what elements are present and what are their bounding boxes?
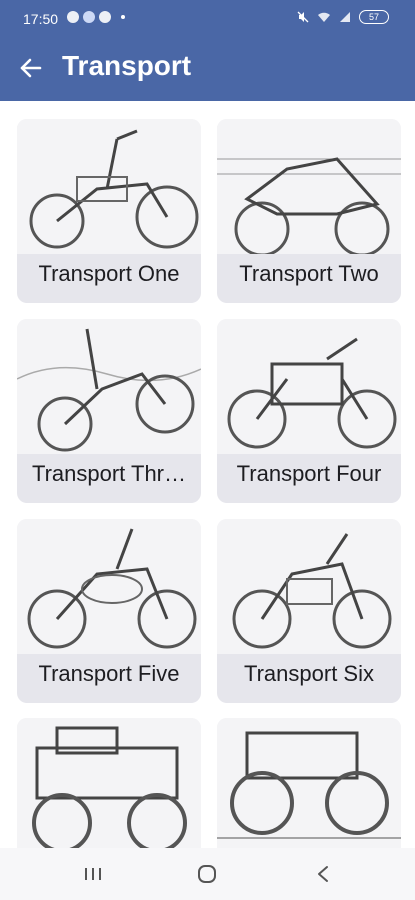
card-label: Transport Four (236, 461, 382, 486)
card-transport-eight[interactable] (217, 718, 401, 848)
cat-app-icon (83, 11, 95, 23)
status-bar: 17:50 57 (0, 0, 415, 36)
page-title: Transport (62, 50, 192, 81)
card-label: Transport Two (239, 261, 379, 286)
card-label: Transport Five (38, 661, 180, 686)
card-transport-two[interactable]: Transport Two (217, 119, 401, 303)
signal-icon (340, 12, 350, 22)
card-transport-five[interactable]: Transport Five (17, 519, 201, 703)
card-label: Transport One (38, 261, 180, 286)
transport-grid[interactable]: Transport One Transport Two Transport Th… (0, 101, 415, 848)
monster-truck-sketch (217, 718, 401, 848)
sport-bike-sketch (217, 119, 401, 254)
card-transport-one[interactable]: Transport One (17, 119, 201, 303)
monster-truck-sketch (17, 718, 201, 848)
card-label: Transport Six (243, 661, 374, 686)
recents-icon[interactable] (78, 862, 108, 886)
dirt-bike-sketch (17, 319, 201, 454)
card-transport-seven[interactable] (17, 718, 201, 848)
dnd-icon (99, 11, 111, 23)
wifi-icon (318, 12, 330, 22)
status-icons-right: 57 (297, 10, 389, 24)
battery-level: 57 (368, 12, 379, 22)
card-transport-six[interactable]: Transport Six (217, 519, 401, 703)
card-transport-three[interactable]: Transport Thr… (17, 319, 201, 503)
battery-icon: 57 (359, 10, 389, 24)
notification-icon (67, 11, 79, 23)
arrow-left-icon[interactable] (18, 55, 44, 81)
back-icon[interactable] (308, 862, 338, 886)
system-nav-bar (0, 848, 415, 900)
status-time: 17:50 (23, 11, 59, 27)
status-icons-left (67, 11, 125, 23)
scrambler-sketch (217, 519, 401, 654)
home-icon[interactable] (192, 862, 222, 886)
more-notifications-icon (121, 15, 125, 19)
cruiser-sketch (17, 519, 201, 654)
classic-motorcycle-sketch (217, 319, 401, 454)
card-label: Transport Thr… (31, 461, 187, 486)
mute-icon (297, 11, 309, 23)
card-transport-four[interactable]: Transport Four (217, 319, 401, 503)
app-header: 17:50 57 Transport (0, 0, 415, 101)
motorcycle-sketch (17, 119, 201, 254)
